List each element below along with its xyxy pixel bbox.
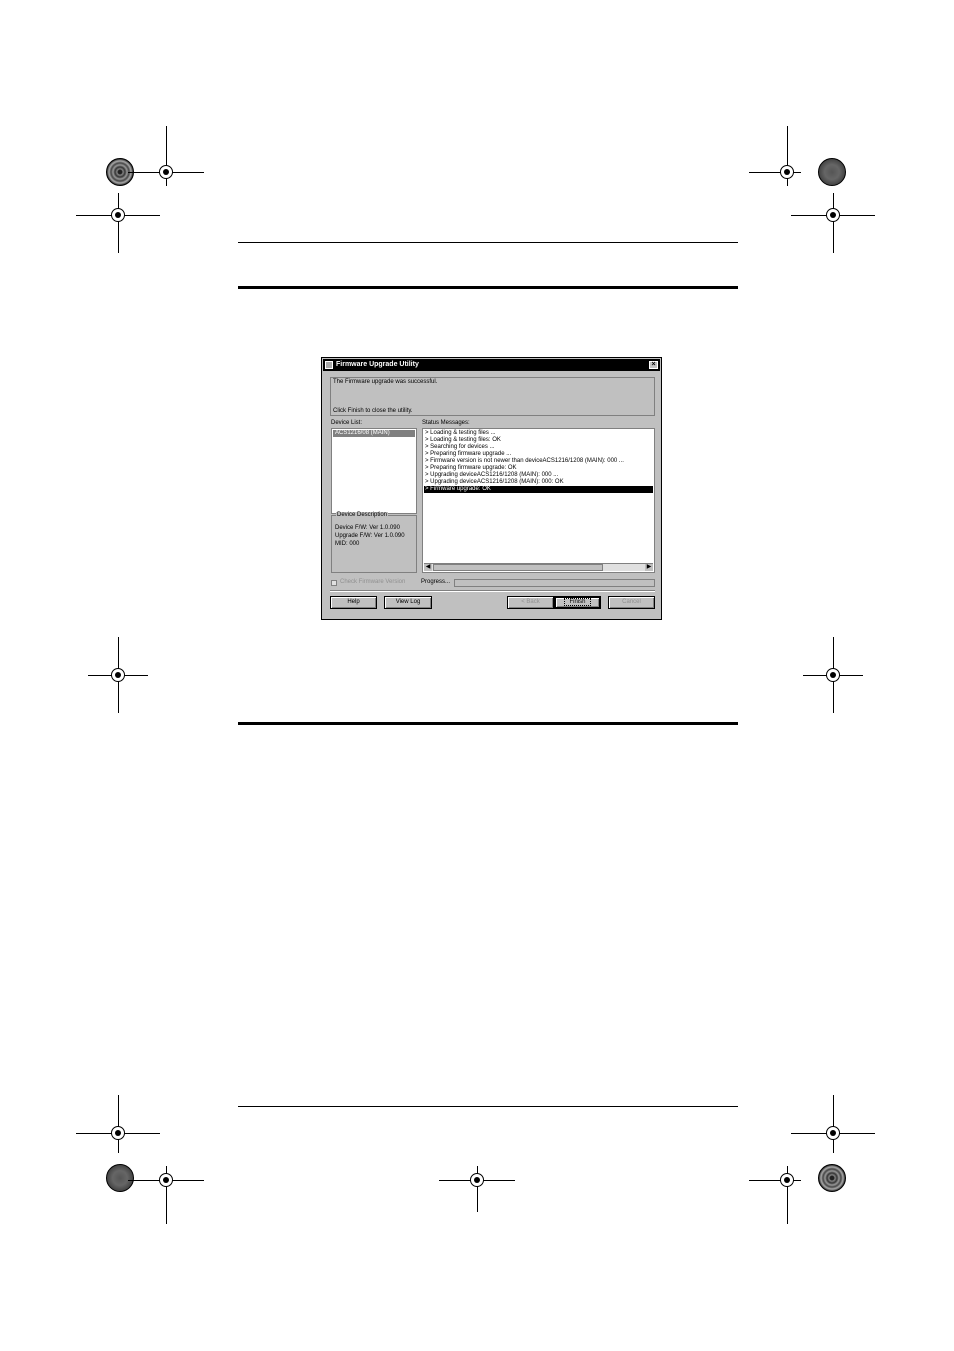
close-icon[interactable]: ×	[649, 361, 658, 369]
color-bar-disc	[106, 1164, 134, 1192]
title-bar[interactable]: Firmware Upgrade Utility ×	[323, 359, 660, 371]
status-message: > Upgrading deviceACS1216/1208 (MAIN): 0…	[425, 472, 559, 478]
firmware-upgrade-dialog: Firmware Upgrade Utility × The Firmware …	[321, 357, 662, 620]
instruction-message: Click Finish to close the utility.	[333, 408, 413, 414]
progress-label: Progress...	[421, 579, 451, 585]
status-message: > Preparing firmware upgrade ...	[425, 451, 512, 457]
help-button[interactable]: Help	[330, 596, 377, 609]
color-bar-disc	[818, 1164, 846, 1192]
device-description-label: Device Description	[336, 512, 389, 518]
header-rule-thick	[238, 286, 738, 289]
device-list[interactable]: ACS1216/08 (MAIN)	[331, 428, 417, 514]
device-list-label: Device List:	[331, 420, 363, 426]
button-separator	[330, 590, 655, 592]
check-firmware-label: Check Firmware Version	[340, 579, 406, 585]
device-description-group: Device Description Device F/W: Ver 1.0.0…	[331, 512, 417, 573]
device-list-item[interactable]: ACS1216/08 (MAIN)	[333, 430, 415, 437]
scroll-left-icon[interactable]: ◀	[424, 564, 432, 571]
message-panel: The Firmware upgrade was successful. Cli…	[330, 377, 655, 416]
status-message: > Upgrading deviceACS1216/1208 (MAIN): 0…	[425, 479, 564, 485]
mid-value: MID: 000	[335, 541, 360, 547]
header-rule-thin	[238, 242, 738, 243]
status-messages-list[interactable]: > Loading & testing files ... > Loading …	[422, 428, 655, 573]
check-firmware-checkbox[interactable]	[331, 580, 337, 586]
scrollbar-thumb[interactable]	[433, 564, 603, 571]
status-message: > Searching for devices ...	[425, 444, 495, 450]
view-log-button[interactable]: View Log	[384, 596, 432, 609]
status-message: > Loading & testing files: OK	[425, 437, 501, 443]
status-message-selected: > Firmware upgrade: OK	[424, 486, 653, 493]
success-message: The Firmware upgrade was successful.	[333, 379, 438, 385]
status-message: > Preparing firmware upgrade: OK	[425, 465, 517, 471]
device-fw-version: Device F/W: Ver 1.0.090	[335, 525, 400, 531]
app-icon	[325, 361, 333, 369]
back-button[interactable]: < Back	[507, 596, 554, 609]
color-bar-disc	[818, 158, 846, 186]
dialog-title: Firmware Upgrade Utility	[336, 361, 419, 368]
footer-rule	[238, 1106, 738, 1107]
scroll-right-icon[interactable]: ▶	[645, 564, 653, 571]
finish-button[interactable]: Finish	[554, 596, 601, 609]
status-messages-label: Status Messages:	[422, 420, 470, 426]
cancel-button[interactable]: Cancel	[608, 596, 655, 609]
status-message: > Loading & testing files ...	[425, 430, 496, 436]
finish-button-label: Finish	[564, 598, 591, 606]
horizontal-scrollbar[interactable]: ◀ ▶	[424, 563, 653, 571]
status-message: > Firmware version is not newer than dev…	[425, 458, 624, 464]
upgrade-fw-version: Upgrade F/W: Ver 1.0.090	[335, 533, 405, 539]
section-rule-thick	[238, 722, 738, 725]
progress-bar	[454, 579, 655, 587]
